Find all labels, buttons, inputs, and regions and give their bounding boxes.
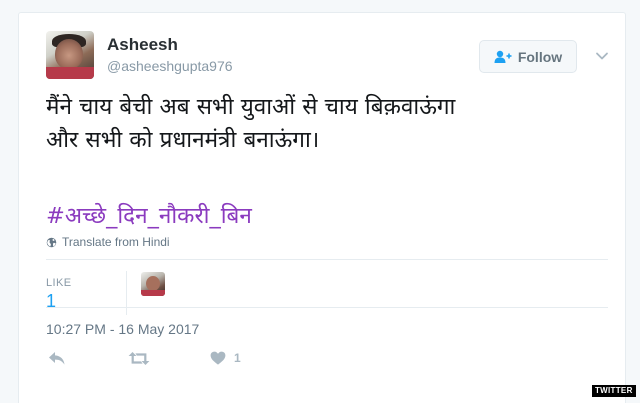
likes-count[interactable]: 1 xyxy=(46,291,56,312)
retweet-button[interactable] xyxy=(128,351,150,366)
tweet-text: मैंने चाय बेची अब सभी युवाओं से चाय बिक़… xyxy=(46,91,616,157)
chevron-down-icon[interactable] xyxy=(595,49,609,63)
follow-label: Follow xyxy=(517,48,563,65)
reply-icon xyxy=(49,352,65,365)
timestamp[interactable]: 10:27 PM - 16 May 2017 xyxy=(46,321,199,337)
liker-avatar-face xyxy=(146,276,160,291)
liker-avatar[interactable] xyxy=(141,272,165,296)
heart-icon xyxy=(210,351,226,365)
avatar[interactable] xyxy=(46,31,94,79)
follow-button[interactable]: Follow xyxy=(479,40,577,73)
add-user-icon xyxy=(494,50,512,63)
likes-label: LIKE xyxy=(46,277,72,289)
stats-separator xyxy=(126,271,127,315)
user-name[interactable]: Asheesh xyxy=(107,35,178,55)
translate-label: Translate from Hindi xyxy=(62,235,170,249)
reply-button[interactable] xyxy=(48,351,66,366)
like-count: 1 xyxy=(234,351,241,365)
tweet-text-line: मैंने चाय बेची अब सभी युवाओं से चाय बिक़… xyxy=(46,94,456,120)
divider xyxy=(46,307,608,308)
retweet-icon xyxy=(128,352,150,365)
liker-avatar-shirt xyxy=(141,290,165,296)
avatar-shirt xyxy=(46,67,94,79)
divider xyxy=(46,259,608,260)
globe-icon xyxy=(46,237,57,247)
tweet-card: Asheesh @asheeshgupta976 Follow मैंने चा… xyxy=(18,12,626,403)
like-button[interactable]: 1 xyxy=(210,351,241,365)
user-handle[interactable]: @asheeshgupta976 xyxy=(107,58,233,74)
translate-link[interactable]: Translate from Hindi xyxy=(46,235,170,249)
avatar-face xyxy=(55,39,83,69)
twitter-watermark: TWITTER xyxy=(592,385,636,397)
tweet-text-line: और सभी को प्रधानमंत्री बनाऊंगा। xyxy=(46,127,320,153)
hashtag-link[interactable]: #अच्छे_दिन_नौकरी_बिन xyxy=(46,199,252,230)
